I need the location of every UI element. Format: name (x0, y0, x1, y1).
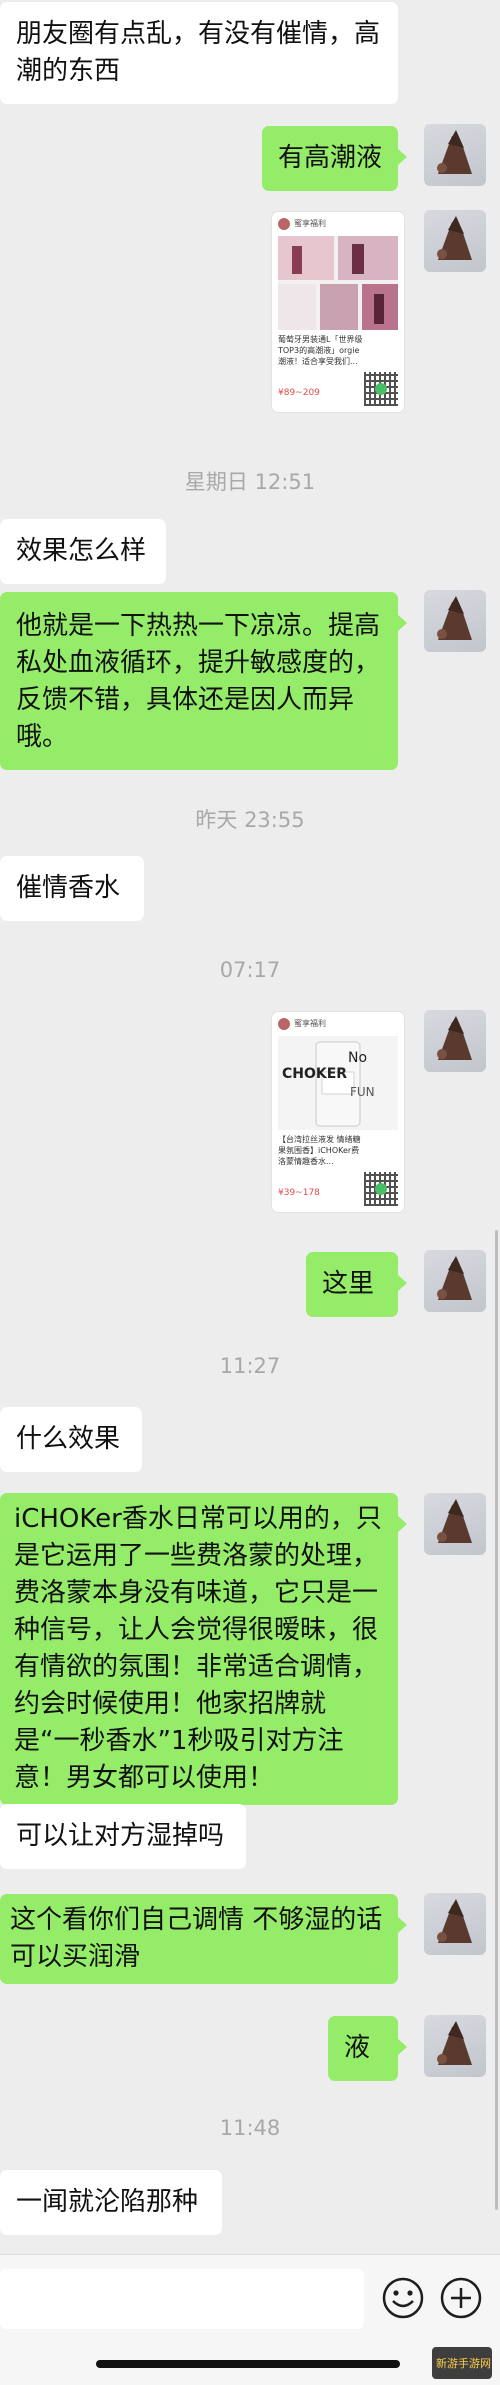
message-bubble-incoming[interactable]: 什么效果 (0, 1407, 142, 1472)
message-bubble-incoming[interactable]: 效果怎么样 (0, 519, 166, 584)
scrollbar[interactable] (495, 1230, 498, 2210)
timestamp: 昨天 23:55 (195, 808, 305, 832)
svg-text:FUN: FUN (350, 1085, 375, 1099)
product-card[interactable]: 蜜享福利 CHOKER No FUN 【台湾拉丝液发 情绪糖果氛围香】iCHOK… (272, 1012, 404, 1212)
product-image (278, 236, 398, 330)
card-header: 蜜享福利 (278, 218, 398, 232)
product-price: ¥89~209 (278, 388, 320, 398)
product-card[interactable]: 蜜享福利 葡萄牙男装通L「世界级TOP3的高潮液」orgie潮液！适合享受我们.… (272, 212, 404, 412)
message-bubble-incoming[interactable]: 可以让对方湿掉吗 (0, 1804, 246, 1869)
avatar[interactable] (424, 1010, 486, 1072)
message-text: 催情香水 (16, 873, 121, 903)
qr-code (364, 372, 398, 406)
shop-name: 蜜享福利 (294, 1019, 326, 1028)
avatar[interactable] (424, 2015, 486, 2077)
avatar[interactable] (424, 1493, 486, 1555)
message-text: 效果怎么样 (16, 536, 147, 566)
plus-circle-icon[interactable] (438, 2275, 484, 2321)
message-text: 朋友圈有点乱，有没有催情，高潮的东西 (16, 19, 381, 86)
product-description: 葡萄牙男装通L「世界级TOP3的高潮液」orgie潮液！适合享受我们... (278, 335, 363, 366)
product-image: CHOKER No FUN (278, 1036, 398, 1130)
watermark-logo: 新游手游网 (432, 2347, 492, 2379)
message-text: 什么效果 (16, 1424, 121, 1454)
message-bubble-incoming[interactable]: 一闻就沦陷那种 (0, 2170, 222, 2235)
message-text: 这个看你们自己调情 不够湿的话可以买润滑 (10, 1905, 383, 1972)
timestamp: 11:27 (219, 1354, 281, 1378)
shop-avatar (278, 218, 290, 230)
watermark-text: 新游手游网 (436, 2357, 491, 2370)
product-logo: CHOKER (282, 1066, 347, 1082)
timestamp: 07:17 (219, 958, 281, 982)
shop-avatar (278, 1018, 290, 1030)
avatar[interactable] (424, 210, 486, 272)
message-text: 他就是一下热热一下凉凉。提高私处血液循环，提升敏感度的，反馈不错，具体还是因人而… (16, 611, 381, 752)
message-text: 液 (344, 2033, 371, 2063)
card-header: 蜜享福利 (278, 1018, 398, 1032)
product-description: 【台湾拉丝液发 情绪糖果氛围香】iCHOKer费洛蒙情趣香水... (278, 1135, 361, 1166)
message-bubble-outgoing[interactable]: 他就是一下热热一下凉凉。提高私处血液循环，提升敏感度的，反馈不错，具体还是因人而… (0, 592, 407, 770)
message-bubble-outgoing[interactable]: 这个看你们自己调情 不够湿的话可以买润滑 (0, 1894, 407, 1984)
svg-text:No: No (348, 1050, 367, 1066)
message-bubble-outgoing[interactable]: 这里 (306, 1252, 407, 1317)
timestamp: 星期日 12:51 (184, 470, 316, 494)
wechat-icon (375, 383, 387, 395)
message-text: 这里 (322, 1269, 375, 1299)
message-bubble-outgoing[interactable]: 液 (328, 2016, 407, 2081)
avatar[interactable] (424, 590, 486, 652)
chat-view: 朋友圈有点乱，有没有催情，高潮的东西 有高潮液 蜜享福利 葡萄牙男装通L「世界级… (0, 0, 500, 2384)
smiley-icon[interactable] (380, 2275, 426, 2321)
message-text: 可以让对方湿掉吗 (16, 1821, 225, 1851)
product-price: ¥39~178 (278, 1188, 320, 1198)
avatar[interactable] (424, 1250, 486, 1312)
avatar[interactable] (424, 1893, 486, 1955)
wechat-icon (375, 1183, 387, 1195)
timestamp: 11:48 (219, 2116, 281, 2140)
message-bubble-outgoing[interactable]: iCHOKer香水日常可以用的，只是它运用了一些费洛蒙的处理，费洛蒙本身没有味道… (0, 1493, 407, 1805)
qr-code (364, 1172, 398, 1206)
message-bubble-outgoing[interactable]: 有高潮液 (262, 126, 407, 191)
message-input[interactable] (0, 2269, 364, 2329)
message-bubble-incoming[interactable]: 催情香水 (0, 856, 144, 921)
message-text: 一闻就沦陷那种 (16, 2187, 199, 2217)
home-indicator[interactable] (96, 2360, 400, 2368)
message-text: iCHOKer香水日常可以用的，只是它运用了一些费洛蒙的处理，费洛蒙本身没有味道… (14, 1504, 382, 1793)
message-text: 有高潮液 (278, 143, 383, 173)
avatar[interactable] (424, 124, 486, 186)
shop-name: 蜜享福利 (294, 219, 326, 228)
message-bubble-incoming[interactable]: 朋友圈有点乱，有没有催情，高潮的东西 (0, 2, 398, 104)
